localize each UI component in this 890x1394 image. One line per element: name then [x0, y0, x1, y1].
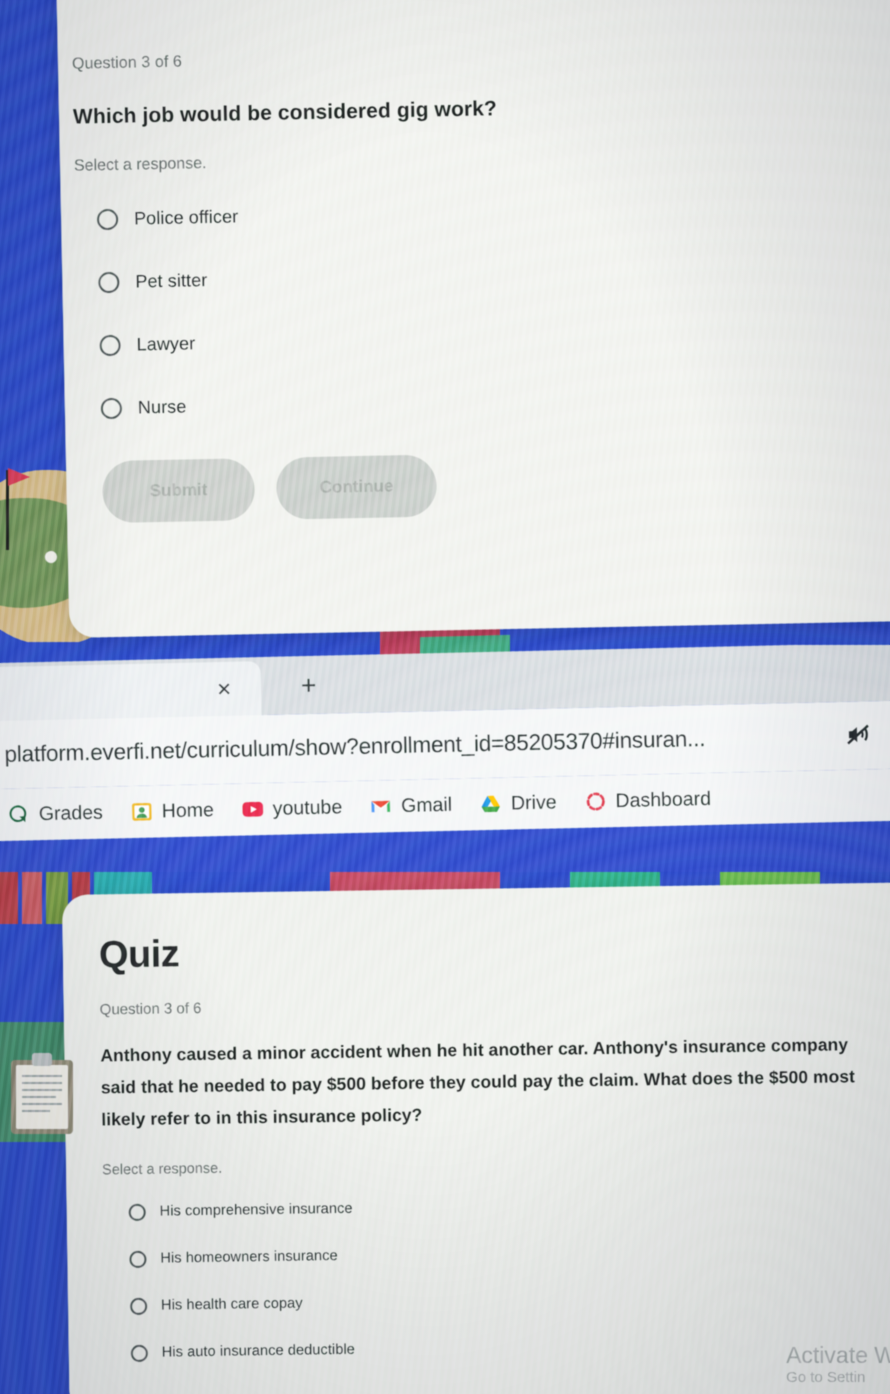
- answer-option[interactable]: Police officer: [96, 193, 890, 231]
- bookmark-drive[interactable]: Drive: [480, 791, 557, 816]
- question-counter-top: Question 3 of 6: [71, 53, 183, 73]
- radio-button-icon[interactable]: [96, 209, 119, 231]
- top-browser-window: Quiz Question 3 of 6 Which job would be …: [0, 0, 890, 672]
- answer-option-label: Pet sitter: [135, 270, 208, 292]
- answer-option[interactable]: His homeowners insurance: [129, 1239, 890, 1268]
- answer-options-top: Police officer Pet sitter Lawyer Nurse: [96, 193, 890, 420]
- bookmark-label: Drive: [510, 790, 557, 814]
- answer-option-label: Lawyer: [136, 333, 196, 355]
- answer-option-label: Nurse: [137, 396, 187, 418]
- golf-flag-icon: [8, 468, 30, 486]
- quiz-card-bottom: Quiz Question 3 of 6 Anthony caused a mi…: [62, 882, 890, 1394]
- google-drive-icon: [481, 795, 501, 813]
- browser-chrome: e × + platform.everfi.net/curriculum/sho…: [0, 645, 890, 883]
- close-tab-icon[interactable]: ×: [217, 676, 232, 703]
- answer-option-label: His homeowners insurance: [160, 1247, 338, 1267]
- new-tab-button[interactable]: +: [301, 670, 317, 701]
- bookmark-youtube[interactable]: youtube: [242, 796, 343, 821]
- bookmark-label: Home: [161, 798, 215, 822]
- gmail-icon: [371, 800, 391, 813]
- select-response-hint-top: Select a response.: [73, 155, 207, 176]
- radio-button-icon[interactable]: [128, 1203, 146, 1221]
- quiz-action-buttons-top: Submit Continue: [101, 445, 890, 524]
- answer-options-bottom: His comprehensive insurance His homeowne…: [128, 1192, 890, 1362]
- answer-option-label: His auto insurance deductible: [161, 1341, 356, 1361]
- radio-button-icon[interactable]: [98, 272, 120, 294]
- radio-button-icon[interactable]: [130, 1344, 148, 1362]
- answer-option[interactable]: Lawyer: [99, 319, 890, 357]
- golf-ball-icon: [45, 551, 57, 563]
- question-counter-bottom: Question 3 of 6: [99, 999, 202, 1019]
- dashed-circle-icon: [586, 792, 605, 811]
- omnibox-icons: [844, 719, 890, 751]
- q-logo-icon: [9, 805, 27, 823]
- bookmark-label: Dashboard: [615, 787, 712, 812]
- quiz-card-top: Quiz Question 3 of 6 Which job would be …: [56, 0, 890, 638]
- bookmark-gmail[interactable]: Gmail: [370, 793, 452, 818]
- background-building: [22, 872, 42, 924]
- answer-option-label: His health care copay: [160, 1295, 303, 1314]
- quiz-page-title: Quiz: [98, 933, 180, 977]
- radio-button-icon[interactable]: [129, 1297, 148, 1315]
- bookmark-label: youtube: [272, 795, 343, 820]
- radio-button-icon[interactable]: [99, 335, 121, 357]
- screenshot-root: Quiz Question 3 of 6 Which job would be …: [0, 0, 890, 1394]
- url-text[interactable]: platform.everfi.net/curriculum/show?enro…: [4, 726, 705, 768]
- continue-button[interactable]: Continue: [275, 454, 438, 521]
- contact-card-icon: [132, 802, 152, 821]
- answer-option[interactable]: His auto insurance deductible: [130, 1333, 890, 1362]
- answer-option[interactable]: His comprehensive insurance: [128, 1192, 890, 1221]
- answer-option-label: Police officer: [133, 206, 239, 229]
- browser-tab[interactable]: e ×: [0, 661, 262, 724]
- radio-button-icon[interactable]: [100, 398, 123, 420]
- background-building: [0, 872, 18, 924]
- answer-option[interactable]: Pet sitter: [98, 256, 890, 294]
- bookmark-dashboard[interactable]: Dashboard: [584, 787, 711, 813]
- bookmark-label: Grades: [38, 801, 104, 825]
- question-prompt-bottom: Anthony caused a minor accident when he …: [100, 1034, 856, 1130]
- answer-option-label: His comprehensive insurance: [159, 1200, 353, 1220]
- answer-option[interactable]: His health care copay: [129, 1286, 890, 1315]
- radio-button-icon[interactable]: [129, 1250, 147, 1268]
- question-prompt-top: Which job would be considered gig work?: [72, 97, 498, 129]
- bookmark-grades[interactable]: Grades: [8, 801, 103, 826]
- clipboard-icon: [11, 1053, 73, 1134]
- mute-tab-icon[interactable]: [844, 720, 875, 751]
- select-response-hint-bottom: Select a response.: [101, 1160, 223, 1178]
- bookmark-home[interactable]: Home: [131, 799, 215, 824]
- submit-button[interactable]: Submit: [101, 458, 256, 524]
- answer-option[interactable]: Nurse: [100, 382, 890, 420]
- bookmark-label: Gmail: [400, 793, 453, 817]
- youtube-icon: [242, 801, 264, 817]
